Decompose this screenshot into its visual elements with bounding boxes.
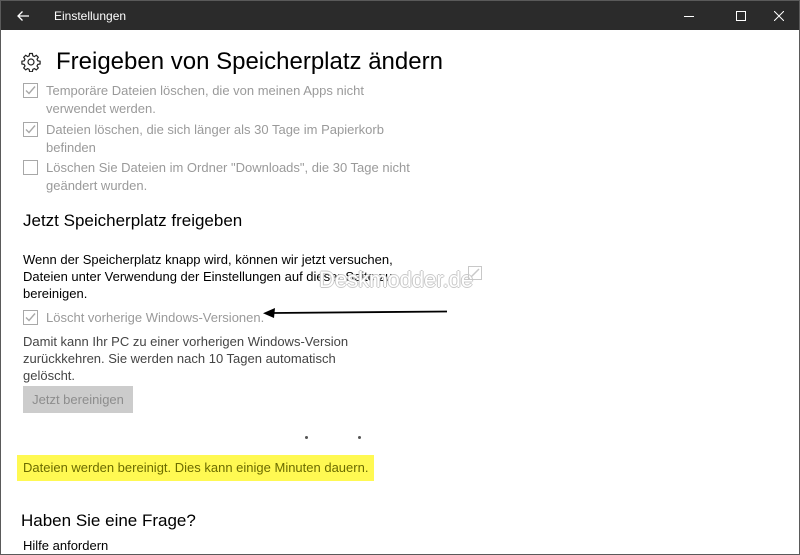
edit-icon [468,266,482,280]
option-label: Temporäre Dateien löschen, die von meine… [46,83,364,116]
page-header: Freigeben von Speicherplatz ändern [21,48,443,76]
checkbox-temp-files[interactable] [23,83,38,98]
option-label: Löschen Sie Dateien im Ordner "Downloads… [46,160,410,193]
option-label: Dateien löschen, die sich länger als 30 … [46,122,384,155]
title-bar: Einstellungen [1,1,799,30]
checkbox-recycle-bin[interactable] [23,122,38,137]
progress-dot [305,436,308,439]
close-button[interactable] [757,1,799,30]
back-button[interactable] [1,1,45,30]
arrow-annotation-icon [263,308,448,318]
option-label: Löscht vorherige Windows-Versionen. [46,310,265,325]
maximize-icon [736,10,746,21]
minimize-button[interactable] [667,1,711,30]
watermark: Deskmodder.de [319,267,474,292]
section-heading-free-now: Jetzt Speicherplatz freigeben [23,211,243,230]
windows-versions-note: Damit kann Ihr PC zu einer vorherigen Wi… [23,334,349,383]
close-icon [774,10,784,21]
checkbox-windows-versions[interactable] [23,310,38,325]
gear-icon [21,52,41,72]
checkmark-icon [25,86,36,95]
faq-heading: Haben Sie eine Frage? [21,511,196,530]
settings-window: Einstellungen Freigeben von Speicherplat… [0,0,800,555]
settings-content: Freigeben von Speicherplatz ändern Tempo… [1,30,799,554]
minimize-icon [684,15,694,17]
checkmark-icon [25,313,36,322]
page-title: Freigeben von Speicherplatz ändern [56,48,443,75]
arrow-left-icon [17,10,29,21]
progress-dot [358,436,361,439]
option-downloads[interactable]: Löschen Sie Dateien im Ordner "Downloads… [23,159,426,195]
status-message: Dateien werden bereinigt. Dies kann eini… [17,455,375,481]
option-temp-files[interactable]: Temporäre Dateien löschen, die von meine… [23,82,426,118]
option-recycle-bin[interactable]: Dateien löschen, die sich länger als 30 … [23,121,426,157]
checkmark-icon [25,125,36,134]
checkbox-downloads[interactable] [23,160,38,175]
help-link[interactable]: Hilfe anfordern [23,538,108,553]
clean-now-button[interactable]: Jetzt bereinigen [23,386,133,413]
option-windows-versions[interactable]: Löscht vorherige Windows-Versionen. [23,309,286,327]
window-title: Einstellungen [54,9,127,23]
